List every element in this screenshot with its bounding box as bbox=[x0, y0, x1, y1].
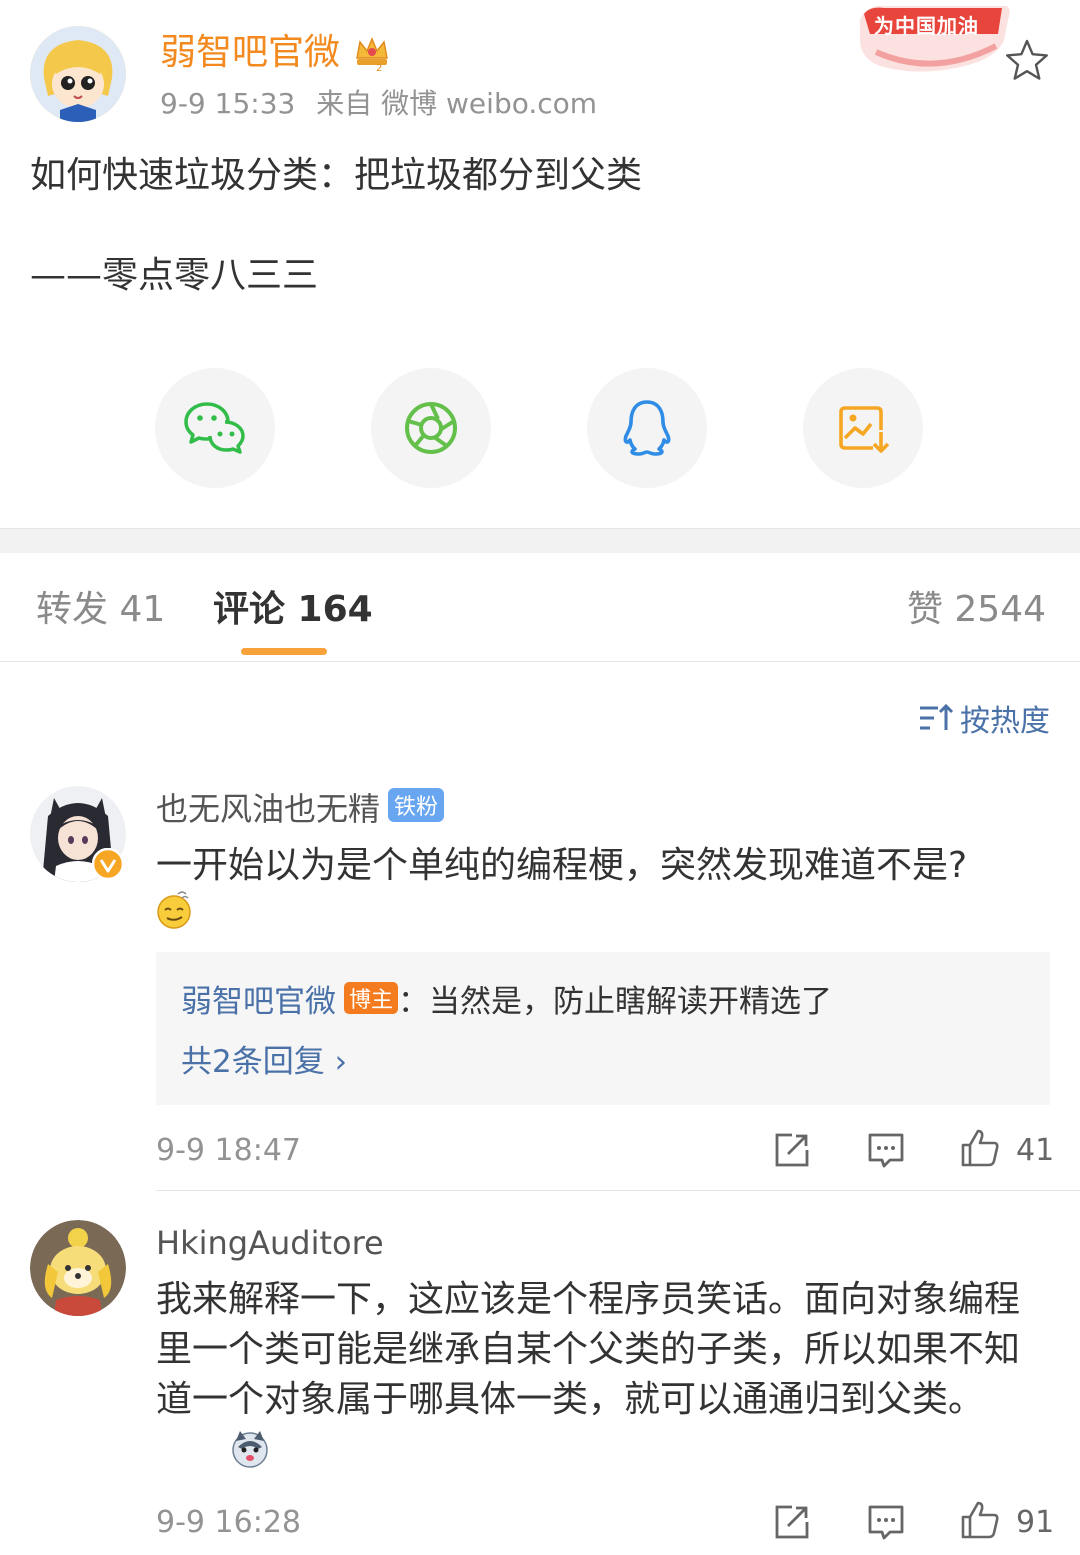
post-text-line-2: ——零点零八三三 bbox=[30, 255, 319, 296]
moments-icon bbox=[405, 402, 457, 454]
share-qq-button[interactable] bbox=[587, 368, 707, 488]
favorite-star-icon[interactable] bbox=[1004, 38, 1050, 82]
reply-line: 弱智吧官微 博主 ：当然是，防止瞎解读开精选了 bbox=[181, 976, 832, 1020]
comment-time: 9-9 16:28 bbox=[156, 1505, 301, 1540]
reply-text: ：当然是，防止瞎解读开精选了 bbox=[398, 983, 833, 1020]
save-image-button[interactable] bbox=[803, 368, 923, 488]
repost-icon[interactable] bbox=[772, 1130, 812, 1170]
comment-text: 一开始以为是个单纯的编程梗，突然发现难道不是? bbox=[156, 840, 1036, 892]
section-divider bbox=[0, 528, 1080, 553]
svg-text:2: 2 bbox=[376, 63, 382, 72]
like-count: 41 bbox=[1016, 1133, 1055, 1168]
comment-icon[interactable] bbox=[866, 1130, 906, 1170]
reply-count-link[interactable]: 共2条回复 › bbox=[181, 1040, 347, 1084]
comment-icon[interactable] bbox=[866, 1502, 906, 1542]
repost-icon[interactable] bbox=[772, 1502, 812, 1542]
author-avatar[interactable] bbox=[30, 26, 126, 122]
wechat-icon bbox=[184, 402, 245, 454]
comment-avatar[interactable] bbox=[30, 1220, 126, 1316]
sweat-emoji-icon bbox=[156, 890, 194, 930]
sort-button[interactable]: 按热度 bbox=[918, 698, 1050, 739]
post-text-line-1: 如何快速垃圾分类：把垃圾都分到父类 bbox=[30, 155, 643, 196]
share-wechat-button[interactable] bbox=[155, 368, 275, 488]
tab-repost[interactable]: 转发 41 bbox=[36, 586, 165, 634]
comment-text-content: 我来解释一下，这应该是个程序员笑话。面向对象编程里一个类可能是继承自某个父类的子… bbox=[156, 1279, 1021, 1420]
tab-comments[interactable]: 评论 164 bbox=[213, 586, 373, 634]
fan-badge: 铁粉 bbox=[388, 788, 445, 822]
comment-user-name[interactable]: HkingAuditore bbox=[156, 1222, 384, 1264]
comment-time: 9-9 18:47 bbox=[156, 1133, 301, 1168]
like-count: 91 bbox=[1016, 1505, 1055, 1540]
reply-user-name[interactable]: 弱智吧官微 bbox=[181, 976, 336, 1021]
vip-crown-icon: 2 bbox=[352, 34, 392, 74]
event-badge[interactable]: 为中国加油 bbox=[856, 0, 1012, 76]
author-name[interactable]: 弱智吧官微 bbox=[160, 30, 340, 76]
tabs-bottom-border bbox=[0, 661, 1080, 662]
sort-label: 按热度 bbox=[960, 704, 1050, 739]
save-image-icon bbox=[839, 406, 889, 453]
comment-user-name[interactable]: 也无风油也无精 bbox=[156, 788, 380, 830]
post-time: 9-9 15:33 bbox=[160, 87, 296, 120]
post-source: 来自 微博 weibo.com bbox=[316, 87, 598, 120]
reply-box[interactable]: 弱智吧官微 博主 ：当然是，防止瞎解读开精选了 共2条回复 › bbox=[156, 952, 1050, 1105]
verified-badge-icon bbox=[91, 847, 125, 881]
blogger-badge-label: 博主 bbox=[349, 988, 394, 1013]
sort-icon bbox=[920, 703, 954, 730]
like-icon[interactable] bbox=[960, 1500, 1000, 1540]
comment-text: 我来解释一下，这应该是个程序员笑话。面向对象编程里一个类可能是继承自某个父类的子… bbox=[156, 1275, 1036, 1425]
tab-likes[interactable]: 赞 2544 bbox=[907, 586, 1046, 634]
author-avatar-art bbox=[30, 26, 126, 122]
post-meta-line: 9-9 15:33 来自 微博 weibo.com bbox=[160, 86, 597, 122]
comment-avatar-art bbox=[30, 1220, 126, 1316]
comment-text-content: 一开始以为是个单纯的编程梗，突然发现难道不是? bbox=[156, 845, 968, 886]
like-icon[interactable] bbox=[960, 1128, 1000, 1168]
tab-active-underline bbox=[241, 648, 327, 655]
fan-badge-label: 铁粉 bbox=[394, 795, 439, 820]
blogger-badge: 博主 bbox=[344, 982, 399, 1014]
husky-emoji-icon bbox=[230, 1429, 270, 1469]
qq-icon bbox=[623, 400, 671, 456]
badge-text: 为中国加油 bbox=[874, 14, 979, 38]
comment-divider bbox=[156, 1190, 1080, 1191]
share-moments-button[interactable] bbox=[371, 368, 491, 488]
